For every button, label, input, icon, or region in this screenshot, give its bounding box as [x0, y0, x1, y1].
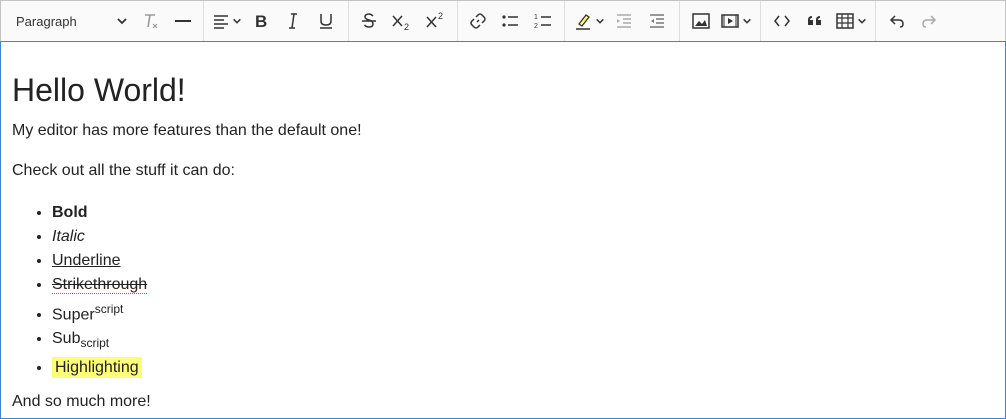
- italic-text: Italic: [52, 228, 85, 245]
- highlight-dropdown[interactable]: [570, 6, 608, 36]
- paragraph-dropdown-label: Paragraph: [16, 13, 77, 29]
- chevron-down-icon: [117, 18, 127, 25]
- code-block-button[interactable]: [766, 6, 798, 36]
- bulleted-list-icon: [502, 15, 518, 27]
- chevron-down-icon: [858, 18, 866, 24]
- strikethrough-button[interactable]: [354, 6, 384, 36]
- closing-paragraph: And so much more!: [12, 392, 151, 410]
- lead-paragraph: Check out all the stuff it can do:: [12, 162, 235, 179]
- underline-button[interactable]: [309, 6, 343, 36]
- table-icon: [836, 13, 854, 29]
- media-icon: [721, 14, 739, 28]
- chevron-down-icon: [233, 18, 241, 24]
- list-item: Strikethrough: [52, 273, 994, 297]
- svg-text:B: B: [255, 12, 267, 31]
- undo-button[interactable]: [881, 6, 913, 36]
- rich-text-editor: Paragraph B 2 2 1 2 Hello World! My edit…: [0, 0, 1006, 419]
- blockquote-icon: [808, 16, 821, 25]
- superscript-text: script: [94, 302, 124, 316]
- svg-text:2: 2: [438, 11, 443, 21]
- svg-text:1: 1: [534, 14, 538, 21]
- superscript-base: Super: [52, 306, 95, 324]
- italic-icon: [289, 13, 297, 29]
- highlighted-text: Highlighting: [52, 356, 142, 378]
- toolbar-separator: [679, 1, 680, 42]
- align-dropdown[interactable]: [209, 6, 245, 36]
- horizontal-line-button[interactable]: [168, 6, 198, 36]
- insert-media-dropdown[interactable]: [717, 6, 755, 36]
- superscript-icon: 2: [426, 11, 443, 28]
- editor-toolbar: Paragraph B 2 2 1 2: [0, 0, 1006, 42]
- bold-button[interactable]: B: [245, 6, 277, 36]
- list-item: Italic: [52, 225, 994, 249]
- horizontal-line-icon: [175, 20, 191, 22]
- subscript-text: script: [80, 336, 110, 351]
- numbered-list-icon: 12: [534, 14, 551, 30]
- strikethrough-icon: [362, 13, 376, 28]
- list-item: Subscript: [52, 327, 994, 355]
- remove-format-icon: [145, 14, 158, 29]
- redo-button[interactable]: [913, 6, 945, 36]
- underline-text: Underline: [52, 252, 121, 269]
- numbered-list-button[interactable]: 12: [527, 6, 559, 36]
- bold-icon: B: [255, 12, 267, 31]
- remove-format-button[interactable]: [134, 6, 168, 36]
- strikethrough-text: Strikethrough: [52, 276, 148, 294]
- list-item: Highlighting: [52, 356, 994, 380]
- italic-button[interactable]: [277, 6, 309, 36]
- insert-table-dropdown[interactable]: [832, 6, 870, 36]
- code-icon: [774, 15, 790, 27]
- svg-text:2: 2: [404, 22, 409, 31]
- subscript-button[interactable]: 2: [384, 6, 418, 36]
- list-item: Bold: [52, 201, 994, 225]
- toolbar-separator: [457, 1, 458, 42]
- link-button[interactable]: [463, 6, 493, 36]
- chevron-down-icon: [596, 18, 604, 24]
- subscript-base: Sub: [52, 330, 81, 348]
- toolbar-separator: [564, 1, 565, 42]
- superscript-button[interactable]: 2: [418, 6, 452, 36]
- toolbar-separator: [203, 1, 204, 42]
- indent-icon: [650, 14, 664, 28]
- content-heading: Hello World!: [12, 72, 186, 108]
- redo-icon: [922, 15, 937, 28]
- image-icon: [692, 13, 710, 29]
- link-icon: [470, 13, 486, 29]
- features-list: Bold Italic Underline Strikethrough Supe…: [12, 201, 994, 380]
- highlight-icon: [576, 14, 590, 30]
- editor-content[interactable]: Hello World! My editor has more features…: [0, 41, 1006, 419]
- intro-paragraph: My editor has more features than the def…: [12, 122, 362, 139]
- insert-image-button[interactable]: [685, 6, 717, 36]
- list-item: Superscript: [52, 297, 994, 327]
- toolbar-separator: [875, 1, 876, 42]
- indent-button[interactable]: [640, 6, 674, 36]
- toolbar-separator: [760, 1, 761, 42]
- bulleted-list-button[interactable]: [493, 6, 527, 36]
- paragraph-dropdown[interactable]: Paragraph: [6, 6, 134, 36]
- outdent-button[interactable]: [608, 6, 640, 36]
- svg-text:2: 2: [534, 23, 538, 30]
- toolbar-separator: [348, 1, 349, 42]
- bold-text: Bold: [52, 204, 88, 221]
- chevron-down-icon: [743, 18, 751, 24]
- underline-icon: [320, 14, 332, 29]
- undo-icon: [889, 15, 904, 28]
- align-icon: [214, 15, 228, 29]
- blockquote-button[interactable]: [798, 6, 832, 36]
- outdent-icon: [617, 14, 631, 28]
- subscript-icon: 2: [392, 15, 409, 31]
- list-item: Underline: [52, 249, 994, 273]
